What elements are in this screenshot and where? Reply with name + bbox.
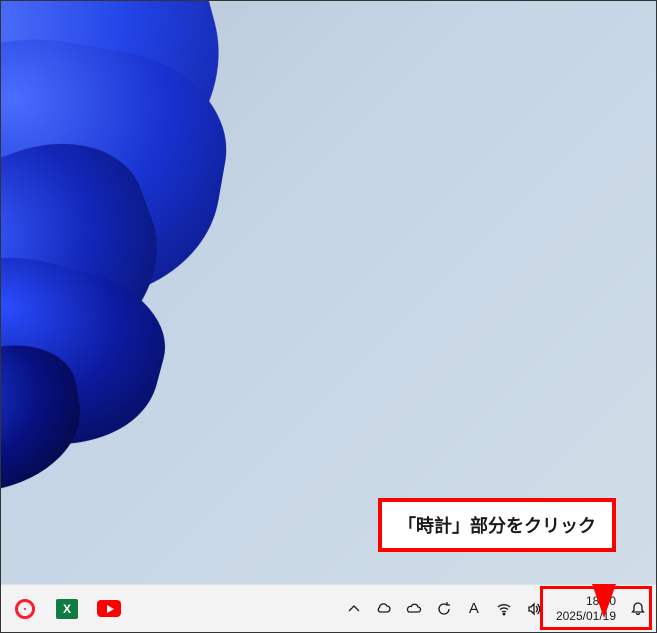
instruction-callout: 「時計」部分をクリック	[378, 498, 616, 552]
ime-label: A	[469, 600, 479, 617]
tray-overflow-button[interactable]	[340, 589, 368, 629]
onedrive-icon	[406, 601, 422, 617]
excel-app-button[interactable]: X	[47, 589, 87, 629]
refresh-icon	[436, 601, 452, 617]
speaker-icon	[526, 601, 542, 617]
wifi-icon	[496, 601, 512, 617]
opera-app-button[interactable]	[5, 589, 45, 629]
onedrive-tray-button[interactable]	[400, 589, 428, 629]
opera-icon	[15, 599, 35, 619]
chevron-up-icon	[346, 601, 362, 617]
ime-tray-button[interactable]: A	[460, 589, 488, 629]
notifications-button[interactable]	[624, 589, 652, 629]
taskbar-pinned-apps: X	[5, 585, 129, 632]
volume-tray-button[interactable]	[520, 589, 548, 629]
youtube-app-button[interactable]	[89, 589, 129, 629]
cloud-icon	[376, 601, 392, 617]
excel-icon: X	[56, 599, 78, 619]
wallpaper-bloom	[1, 1, 341, 501]
bell-icon	[630, 601, 646, 617]
callout-text: 「時計」部分をクリック	[398, 516, 596, 536]
youtube-icon	[97, 600, 121, 617]
wifi-tray-button[interactable]	[490, 589, 518, 629]
taskbar: X A 18:20 2025/01/19	[1, 584, 656, 632]
weather-tray-button[interactable]	[370, 589, 398, 629]
update-tray-button[interactable]	[430, 589, 458, 629]
